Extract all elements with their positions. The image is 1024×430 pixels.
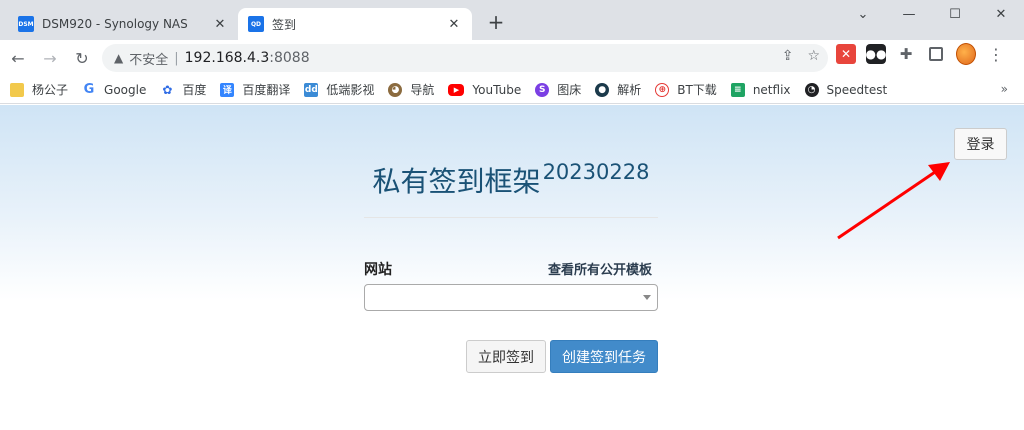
bookmark-item[interactable]: S 图床 [535,81,581,98]
login-button[interactable]: 登录 [954,128,1007,160]
bookmark-item[interactable]: ⊕ BT下载 [655,81,717,98]
site-label: 网站 [364,262,392,278]
address-bar[interactable]: ▲ 不安全 | 192.168.4.3:8088 ⇪ ☆ [102,44,828,72]
bookmark-item[interactable]: ▶ YouTube [448,83,521,97]
page-title: 私有签到框架20230228 [364,160,658,200]
create-task-button[interactable]: 创建签到任务 [550,340,658,373]
tab-strip: DSM DSM920 - Synology NAS ✕ QD 签到 ✕ + ⌄ … [0,0,1024,40]
dd-icon: dd [304,82,319,97]
owl-icon: ◕ [388,82,403,97]
bookmarks-overflow-icon[interactable]: » [1001,82,1008,96]
kebab-menu-icon[interactable]: ⋮ [986,45,1006,64]
title-text: 私有签到框架 [372,165,541,198]
share-icon[interactable]: ⇪ [782,48,794,64]
url-host: 192.168.4.3 [184,50,270,66]
dropdown-caret-icon [643,295,651,300]
back-arrow-icon[interactable]: ← [4,44,32,72]
tab-dsm920[interactable]: DSM DSM920 - Synology NAS ✕ [8,8,238,40]
bt-icon: ⊕ [655,82,670,97]
bookmark-item[interactable]: G Google [82,82,147,97]
chevron-down-icon[interactable]: ⌄ [840,0,886,28]
plus-icon[interactable]: + [484,10,508,34]
bookmark-item[interactable]: ✿ 百度 [160,81,206,98]
maximize-icon[interactable]: ☐ [932,0,978,28]
warning-triangle-icon[interactable]: ▲ [114,51,123,65]
folder-icon [10,82,24,97]
tab-close-icon[interactable]: ✕ [212,16,228,32]
bookmark-item[interactable]: ● 解析 [595,81,641,98]
baidu-paw-icon: ✿ [162,82,173,97]
bookmark-item[interactable]: 译百度翻译 [220,81,290,98]
puzzle-icon[interactable]: ✚ [896,44,916,64]
reload-icon[interactable]: ↻ [68,44,96,72]
address-separator: | [174,50,179,66]
tab-close-icon[interactable]: ✕ [446,16,462,32]
speedtest-icon: ◔ [804,82,819,97]
tab-checkin[interactable]: QD 签到 ✕ [238,8,472,40]
bookmarks-bar: 杨公子 G Google ✿ 百度 译百度翻译 dd 低端影视 ◕ 导航 ▶ YouTub… [0,76,1024,104]
minimize-icon[interactable]: — [886,0,932,28]
page-content: 登录 私有签到框架20230228 网站 查看所有公开模板 立即签到 创建签到任… [0,105,1024,430]
extension-tampermonkey-icon[interactable]: ●● [866,44,886,64]
youtube-icon: ▶ [448,83,465,96]
bookmark-item[interactable]: 杨公子 [10,81,68,98]
divider [364,217,658,218]
security-label: 不安全 [129,52,169,68]
bookmark-item[interactable]: ◕ 导航 [388,81,434,98]
extensions-area: ✕ ●● ✚ ⋮ [836,43,1006,65]
version-text: 20230228 [542,160,650,184]
checkin-now-button[interactable]: 立即签到 [466,340,546,373]
omnibox-actions: ⇪ ☆ [782,48,820,64]
star-icon[interactable]: ☆ [807,48,820,64]
bookmark-item[interactable]: ≡ netflix [730,82,791,97]
image-host-icon: S [535,82,550,97]
tab-title: 签到 [272,17,297,32]
view-public-templates-link[interactable]: 查看所有公开模板 [548,259,652,278]
close-window-icon[interactable]: ✕ [978,0,1024,28]
forward-arrow-icon[interactable]: → [36,44,64,72]
translate-icon: 译 [220,82,235,97]
netflix-icon: ≡ [730,82,745,97]
qd-favicon-icon: QD [248,16,264,32]
tab-title: DSM920 - Synology NAS [42,17,188,31]
bookmark-item[interactable]: ◔ Speedtest [804,82,887,97]
globe-icon: ● [595,82,610,97]
url-port: :8088 [269,50,310,66]
bookmark-item[interactable]: dd 低端影视 [304,81,374,98]
google-icon: G [83,82,95,97]
extension-red-icon[interactable]: ✕ [836,44,856,64]
window-controls: ⌄ — ☐ ✕ [840,0,1024,28]
side-panel-icon[interactable] [926,44,946,64]
avatar[interactable] [956,43,976,65]
dsm-favicon-icon: DSM [18,16,34,32]
site-select[interactable] [364,284,658,311]
